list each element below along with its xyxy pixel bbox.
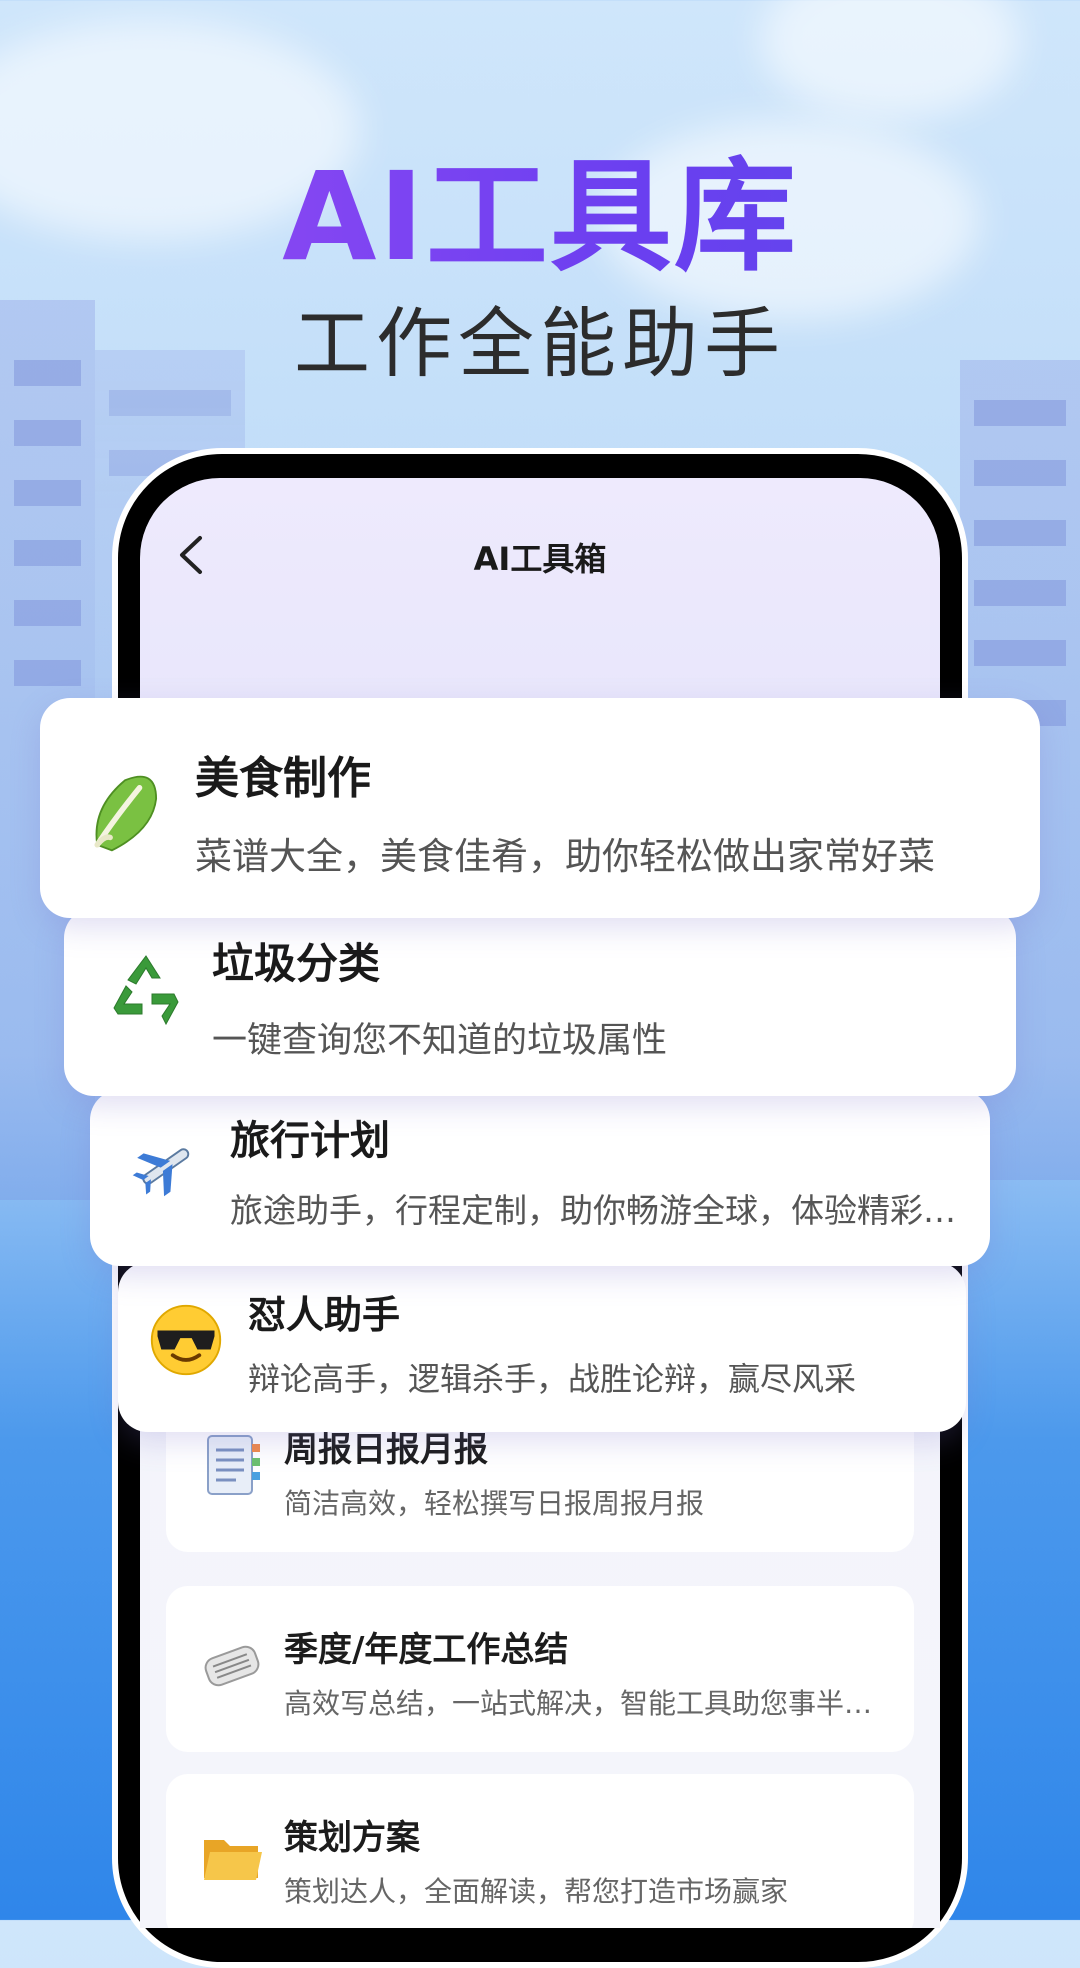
feature-card-garbage[interactable]: 垃圾分类 一键查询您不知道的垃圾属性 bbox=[64, 908, 1016, 1096]
newspaper-icon bbox=[200, 1630, 264, 1702]
hero-title: AI工具库 bbox=[0, 118, 1080, 295]
tool-desc: 简洁高效，轻松撰写日报周报月报 bbox=[284, 1487, 705, 1520]
feature-title: 旅行计划 bbox=[230, 1118, 390, 1164]
tool-item-plan[interactable]: 策划方案 策划达人，全面解读，帮您打造市场赢家 bbox=[166, 1774, 914, 1928]
feature-title: 美食制作 bbox=[195, 753, 371, 804]
cabbage-icon bbox=[84, 762, 162, 858]
tool-title: 季度/年度工作总结 bbox=[284, 1630, 569, 1670]
tool-title: 策划方案 bbox=[284, 1818, 420, 1858]
feature-desc: 菜谱大全，美食佳肴，助你轻松做出家常好菜 bbox=[195, 835, 935, 878]
sunglasses-face-icon bbox=[148, 1302, 224, 1382]
feature-desc: 旅途助手，行程定制，助你畅游全球，体验精彩旅程 bbox=[230, 1191, 970, 1230]
airplane-icon bbox=[126, 1128, 204, 1210]
notebook-icon bbox=[200, 1430, 264, 1502]
tool-desc: 高效写总结，一站式解决，智能工具助您事半功倍 bbox=[284, 1687, 894, 1720]
recycle-icon bbox=[104, 948, 188, 1036]
screen-title: AI工具箱 bbox=[473, 540, 607, 578]
feature-card-food[interactable]: 美食制作 菜谱大全，美食佳肴，助你轻松做出家常好菜 bbox=[40, 698, 1040, 918]
feature-desc: 辩论高手，逻辑杀手，战胜论辩，赢尽风采 bbox=[248, 1360, 857, 1398]
hero-subtitle: 工作全能助手 bbox=[294, 299, 786, 388]
tool-item-summary[interactable]: 季度/年度工作总结 高效写总结，一站式解决，智能工具助您事半功倍 bbox=[166, 1586, 914, 1752]
tool-desc: 策划达人，全面解读，帮您打造市场赢家 bbox=[284, 1875, 789, 1908]
feature-title: 垃圾分类 bbox=[212, 939, 381, 988]
folder-icon bbox=[200, 1818, 264, 1890]
feature-card-travel[interactable]: 旅行计划 旅途助手，行程定制，助你畅游全球，体验精彩旅程 bbox=[90, 1090, 990, 1266]
feature-title: 怼人助手 bbox=[248, 1293, 401, 1337]
feature-desc: 一键查询您不知道的垃圾属性 bbox=[212, 1021, 668, 1061]
feature-card-argue[interactable]: 怼人助手 辩论高手，逻辑杀手，战胜论辩，赢尽风采 bbox=[118, 1262, 966, 1432]
